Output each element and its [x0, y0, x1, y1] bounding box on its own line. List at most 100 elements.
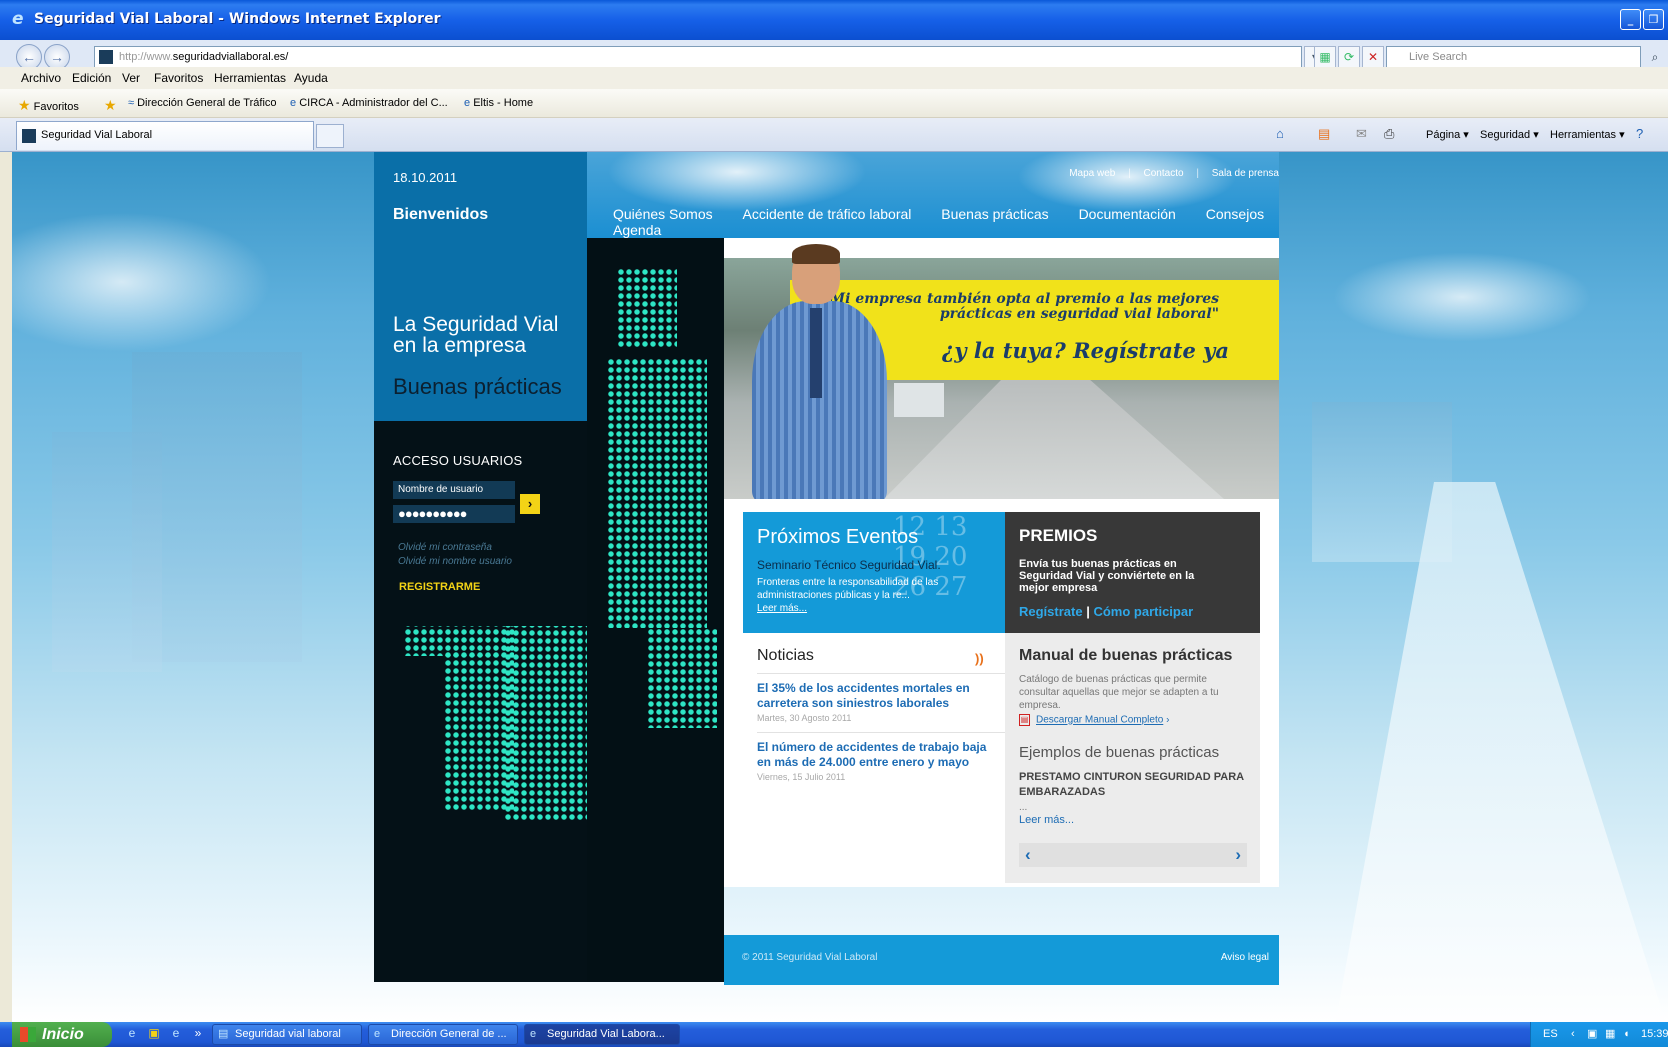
tools-menu[interactable]: Herramientas ▾	[1550, 128, 1625, 141]
menu-favoritos[interactable]: Favoritos	[154, 71, 203, 85]
header-banner: Mapa web | Contacto | Sala de prensa Qui…	[587, 152, 1279, 238]
premios-register-link[interactable]: Regístrate	[1019, 604, 1083, 619]
tray-network-icon[interactable]: ▦	[1605, 1022, 1615, 1047]
examples-read-more-link[interactable]: Leer más...	[1019, 814, 1074, 826]
man-hair	[792, 244, 840, 264]
taskbar-item[interactable]: e Dirección General de ...	[368, 1024, 518, 1045]
taskbar-item[interactable]: ▤ Seguridad vial laboral	[212, 1024, 362, 1045]
link-mapa-web[interactable]: Mapa web	[1069, 168, 1115, 179]
compat-icon: ▦	[1319, 50, 1331, 64]
pedestrian-light-dots	[444, 651, 514, 811]
url-prefix: http://www.	[119, 51, 173, 63]
favorites-bar: ★ Favoritos ★ ≈ Dirección General de Trá…	[0, 89, 1668, 118]
events-title: Próximos Eventos	[757, 526, 919, 548]
hero-banner[interactable]: "Mi empresa también opta al premio a las…	[724, 238, 1279, 499]
stop-button[interactable]: ✕	[1362, 46, 1384, 68]
ie-quicklaunch-icon[interactable]: e	[124, 1026, 140, 1042]
register-link[interactable]: REGISTRARME	[399, 581, 480, 593]
menu-archivo[interactable]: Archivo	[21, 71, 61, 85]
nav-consejos[interactable]: Consejos	[1206, 206, 1264, 222]
news-item[interactable]: El 35% de los accidentes mortales en car…	[757, 681, 987, 723]
login-submit-button[interactable]: ›	[520, 494, 540, 514]
news-item-title[interactable]: El número de accidentes de trabajo baja …	[757, 740, 987, 770]
language-indicator[interactable]: ES	[1543, 1022, 1558, 1047]
nav-quienes-somos[interactable]: Quiénes Somos	[613, 206, 713, 222]
example-title[interactable]: PRESTAMO CINTURON SEGURIDAD PARA EMBARAZ…	[1019, 770, 1249, 800]
page-menu[interactable]: Página ▾	[1426, 128, 1469, 141]
rss-icon[interactable]: ))	[975, 651, 984, 666]
divider	[757, 732, 1005, 733]
security-menu[interactable]: Seguridad ▾	[1480, 128, 1539, 141]
hero-cta[interactable]: ¿y la tuya? Regístrate ya	[942, 338, 1229, 363]
url-input[interactable]: http://www.seguridadviallaboral.es/	[94, 46, 1302, 68]
tab-label: Seguridad Vial Laboral	[41, 129, 153, 141]
tagline-subtitle: Buenas prácticas	[393, 374, 562, 399]
start-button[interactable]: Inicio	[12, 1022, 112, 1047]
help-icon[interactable]: ?	[1636, 126, 1643, 141]
tray-volume-icon[interactable]: ◖	[1623, 1022, 1630, 1047]
cloud	[1017, 152, 1237, 212]
premios-how-link[interactable]: Cómo participar	[1093, 604, 1193, 619]
menu-ayuda[interactable]: Ayuda	[294, 71, 328, 85]
forgot-username-link[interactable]: Olvidé mi nombre usuario	[398, 555, 512, 569]
download-manual-link[interactable]: ▤ Descargar Manual Completo ›	[1019, 714, 1169, 726]
menu-herramientas[interactable]: Herramientas	[214, 71, 286, 85]
folder-quicklaunch-icon[interactable]: ▣	[146, 1026, 162, 1042]
refresh-button[interactable]: ⟳	[1338, 46, 1360, 68]
ie-quicklaunch-icon[interactable]: e	[168, 1026, 184, 1042]
live-search-input[interactable]: Live Search	[1386, 46, 1641, 68]
legal-link[interactable]: Aviso legal	[1221, 952, 1269, 963]
fav-link-dgt[interactable]: ≈ Dirección General de Tráfico	[128, 97, 277, 109]
tab-seguridad-vial-laboral[interactable]: Seguridad Vial Laboral	[16, 121, 314, 150]
favorites-button[interactable]: ★ Favoritos	[18, 97, 79, 114]
tray-app-icon[interactable]: ▣	[1587, 1022, 1597, 1047]
fav-link-dgt-label: Dirección General de Tráfico	[137, 97, 277, 109]
copyright: © 2011 Seguridad Vial Laboral	[742, 952, 878, 963]
menu-edicion[interactable]: Edición	[72, 71, 111, 85]
link-contacto[interactable]: Contacto	[1144, 168, 1184, 179]
fav-link-eltis[interactable]: e Eltis - Home	[464, 97, 533, 109]
search-button[interactable]: ⌕	[1644, 46, 1666, 68]
taskbar-item-active[interactable]: e Seguridad Vial Labora...	[524, 1024, 680, 1045]
password-input[interactable]: ●●●●●●●●●●	[393, 505, 515, 523]
businessman-image	[742, 244, 892, 499]
restore-button[interactable]: ❐	[1643, 9, 1664, 30]
divider	[757, 673, 1005, 674]
pedestrian-leg-dots	[647, 628, 717, 728]
add-favorite-button[interactable]: ★	[104, 97, 117, 114]
compatibility-view-button[interactable]: ▦	[1314, 46, 1336, 68]
username-input[interactable]: Nombre de usuario	[393, 481, 515, 499]
nav-documentacion[interactable]: Documentación	[1079, 206, 1176, 222]
feeds-icon[interactable]: ▤	[1318, 126, 1330, 142]
more-quicklaunch-icon[interactable]: »	[190, 1026, 206, 1042]
ie-logo-icon: e	[12, 9, 24, 29]
event-description: Fronteras entre la responsabilidad de la…	[757, 577, 939, 601]
event-title[interactable]: Seminario Técnico Seguridad Vial.	[757, 558, 941, 572]
fav-link-circa[interactable]: e CIRCA - Administrador del C...	[290, 97, 448, 109]
search-icon: ⌕	[1651, 50, 1659, 64]
menu-ver[interactable]: Ver	[122, 71, 140, 85]
pedestrian-light-image	[587, 238, 724, 982]
windows-logo-icon	[20, 1027, 36, 1042]
link-sala-prensa[interactable]: Sala de prensa	[1212, 168, 1279, 179]
nav-buenas-practicas[interactable]: Buenas prácticas	[941, 206, 1048, 222]
nav-agenda[interactable]: Agenda	[613, 222, 661, 238]
nav-accidente-trafico[interactable]: Accidente de tráfico laboral	[743, 206, 912, 222]
forgot-password-link[interactable]: Olvidé mi contraseña	[398, 541, 512, 555]
tray-arrow-icon[interactable]: ‹	[1571, 1022, 1575, 1047]
minimize-button[interactable]: _	[1620, 9, 1641, 30]
new-tab-button[interactable]	[316, 124, 344, 148]
home-icon[interactable]: ⌂	[1276, 126, 1284, 141]
news-item[interactable]: El número de accidentes de trabajo baja …	[757, 740, 987, 782]
back-arrow-icon: ←	[22, 49, 36, 65]
chevron-left-icon[interactable]: ‹	[1025, 845, 1031, 865]
taskbar-item-label: Seguridad vial laboral	[235, 1028, 341, 1040]
print-icon[interactable]: ⎙	[1384, 126, 1394, 142]
tagline-line1: La Seguridad Vial	[393, 313, 559, 336]
welcome-heading: Bienvenidos	[393, 206, 489, 223]
chevron-right-icon[interactable]: ›	[1235, 845, 1241, 865]
tagline-line2: en la empresa	[393, 334, 527, 357]
event-read-more-link[interactable]: Leer más...	[757, 603, 807, 614]
mail-icon[interactable]: ✉	[1356, 126, 1367, 142]
news-item-title[interactable]: El 35% de los accidentes mortales en car…	[757, 681, 987, 711]
